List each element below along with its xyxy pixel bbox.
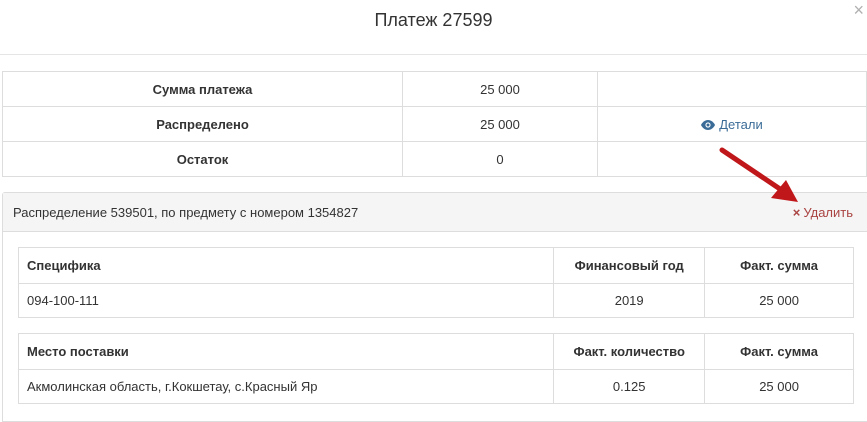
table-row: Сумма платежа 25 000 <box>2 71 867 107</box>
summary-details-cell: Детали <box>597 106 867 142</box>
modal-header: Платеж 27599 × <box>0 0 867 55</box>
table-row: Акмолинская область, г.Кокшетау, с.Красн… <box>17 369 854 404</box>
distribution-title: Распределение 539501, по предмету с номе… <box>13 205 359 220</box>
table-row: Распределено 25 000 Детали <box>2 106 867 142</box>
delivery-table: Место поставки Факт. количество Факт. су… <box>17 333 854 404</box>
delete-label: Удалить <box>803 205 853 220</box>
summary-value-distributed: 25 000 <box>402 106 598 142</box>
close-icon[interactable]: × <box>853 1 864 19</box>
column-header-fact-qty: Факт. количество <box>553 333 706 370</box>
cell-spec: 094-100-111 <box>17 283 555 318</box>
cell-delivery-place: Акмолинская область, г.Кокшетау, с.Красн… <box>17 369 555 404</box>
column-header-spec: Специфика <box>17 247 555 284</box>
table-row: 094-100-111 2019 25 000 <box>17 283 854 318</box>
details-label: Детали <box>719 116 763 132</box>
distribution-panel: Распределение 539501, по предмету с номе… <box>2 192 867 422</box>
table-header-row: Специфика Финансовый год Факт. сумма <box>17 247 854 284</box>
modal-title: Платеж 27599 <box>374 10 493 30</box>
summary-label-distributed: Распределено <box>2 106 403 142</box>
column-header-delivery-place: Место поставки <box>17 333 555 370</box>
column-header-fact-sum: Факт. сумма <box>704 247 854 284</box>
summary-value-remainder: 0 <box>402 141 598 177</box>
summary-value-amount: 25 000 <box>402 71 598 107</box>
cell-fact-qty: 0.125 <box>553 369 706 404</box>
summary-label-remainder: Остаток <box>2 141 403 177</box>
details-link[interactable]: Детали <box>701 117 763 132</box>
cell-fact-sum: 25 000 <box>704 369 854 404</box>
table-header-row: Место поставки Факт. количество Факт. су… <box>17 333 854 370</box>
summary-label-amount: Сумма платежа <box>2 71 403 107</box>
cell-fin-year: 2019 <box>553 283 706 318</box>
summary-extra-empty <box>597 71 867 107</box>
spec-table: Специфика Финансовый год Факт. сумма 094… <box>17 247 854 318</box>
annotation-arrow-icon <box>719 147 798 202</box>
column-header-fact-sum: Факт. сумма <box>704 333 854 370</box>
column-header-fin-year: Финансовый год <box>553 247 706 284</box>
eye-icon <box>701 119 716 130</box>
cell-fact-sum: 25 000 <box>704 283 854 318</box>
